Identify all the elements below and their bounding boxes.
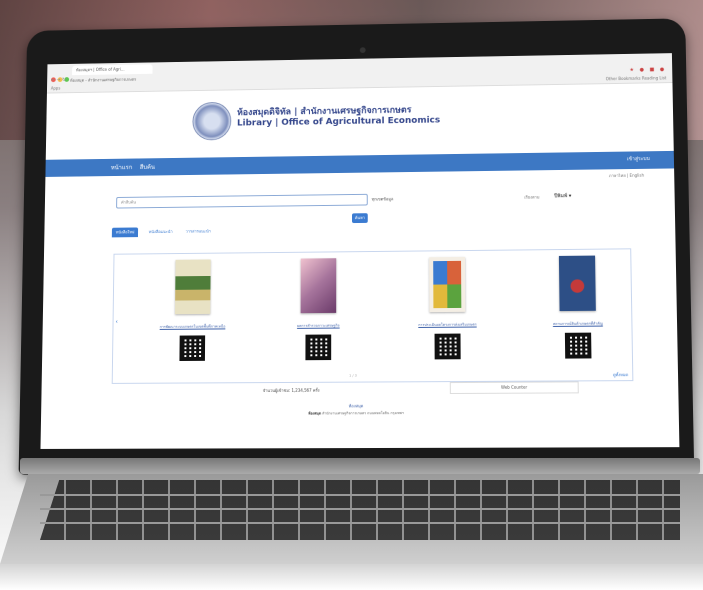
qr-code: [434, 333, 461, 360]
menu-login[interactable]: เข้าสู่ระบบ: [627, 155, 650, 163]
qr-code: [305, 334, 332, 361]
key-row-divider: [40, 494, 680, 496]
menu-search[interactable]: สืบค้น: [140, 162, 155, 172]
language-switch[interactable]: ภาษาไทย | English: [609, 172, 644, 179]
qr-code: [564, 332, 592, 359]
oae-logo: [192, 101, 232, 141]
book-card[interactable]: การพัฒนาระบบเกษตรในเขตพื้นที่ภาคเหนือ: [138, 259, 246, 361]
search-field-select[interactable]: ทุกเขตข้อมูล: [372, 195, 394, 202]
site-title-en: Library | Office of Agricultural Economi…: [236, 115, 441, 129]
book-card[interactable]: ผลการสำรวจภาวะเศรษฐกิจ: [264, 258, 373, 361]
book-title[interactable]: การประเมินผลโครงการส่งเสริมเกษตร: [393, 321, 503, 328]
visit-counter-label: จำนวนผู้เข้าชม: 1,234,567 ครั้ง: [262, 387, 320, 393]
book-title[interactable]: ผลการสำรวจภาวะเศรษฐกิจ: [264, 322, 373, 329]
book-card[interactable]: การประเมินผลโครงการส่งเสริมเกษตร: [393, 256, 503, 360]
footer-brand: ห้องสมุด: [308, 411, 322, 416]
book-cover[interactable]: [429, 256, 466, 313]
web-counter: Web Counter: [449, 381, 579, 394]
key-row-divider: [40, 508, 680, 510]
tab-new-books[interactable]: หนังสือใหม่: [111, 227, 139, 238]
view-all-link[interactable]: ดูทั้งหมด: [613, 371, 628, 378]
search-input[interactable]: คำสืบค้น: [116, 193, 368, 209]
search-button[interactable]: ค้นหา: [352, 213, 368, 224]
book-cover[interactable]: [300, 258, 337, 314]
laptop-screen: ห้องสมุดฯ | Office of Agri... ← → ↻ ห้อง…: [40, 53, 680, 449]
tab-recommended-journals[interactable]: วารสารแนะนำ: [182, 227, 215, 237]
book-title[interactable]: การพัฒนาระบบเกษตรในเขตพื้นที่ภาคเหนือ: [139, 323, 247, 330]
book-carousel: ‹ การพัฒนาระบบเกษตรในเขตพื้นที่ภาคเหนือ …: [111, 248, 634, 384]
qr-code: [179, 335, 206, 361]
tab-recommended-books[interactable]: หนังสือแนะนำ: [145, 227, 177, 237]
camera: [359, 47, 366, 54]
footer-address-text: สำนักงานเศรษฐกิจการเกษตร ถนนพหลโยธิน กรุ…: [322, 411, 404, 416]
book-card[interactable]: สถานการณ์สินค้าเกษตรที่สำคัญ: [522, 255, 634, 359]
nav-buttons[interactable]: ← → ↻: [51, 77, 66, 83]
laptop-lid: ห้องสมุดฯ | Office of Agri... ← → ↻ ห้อง…: [18, 18, 695, 475]
menu-home[interactable]: หน้าแรก: [111, 162, 132, 172]
book-cover[interactable]: [558, 255, 596, 312]
prev-arrow-icon[interactable]: ‹: [115, 319, 117, 326]
laptop-hinge: [20, 458, 700, 474]
search-row: คำสืบค้น ทุกเขตข้อมูล เรียงตาม ปีพิมพ์ ▾…: [45, 182, 675, 224]
book-tabs: หนังสือใหม่ หนังสือแนะนำ วารสารแนะนำ: [44, 219, 675, 240]
sort-label: เรียงตาม: [524, 194, 540, 200]
keyboard-keys: [40, 480, 680, 540]
site-header: ห้องสมุดดิจิทัล | สำนักงานเศรษฐกิจการเกษ…: [45, 83, 674, 160]
book-cover[interactable]: [175, 259, 211, 315]
extension-icons[interactable]: ★ ● ■ ●: [629, 67, 666, 73]
palm-rest: [0, 564, 703, 590]
browser-tab[interactable]: ห้องสมุดฯ | Office of Agri...: [72, 64, 153, 76]
bookmarks-apps[interactable]: Apps: [51, 86, 61, 91]
laptop-base: [0, 458, 703, 590]
carousel-pager[interactable]: 1 / 3: [349, 374, 357, 378]
sort-select[interactable]: ปีพิมพ์ ▾: [554, 191, 594, 201]
book-title[interactable]: สถานการณ์สินค้าเกษตรที่สำคัญ: [523, 320, 634, 327]
bookmarks-other[interactable]: Other Bookmarks Reading List: [606, 75, 667, 81]
key-row-divider: [40, 522, 680, 524]
